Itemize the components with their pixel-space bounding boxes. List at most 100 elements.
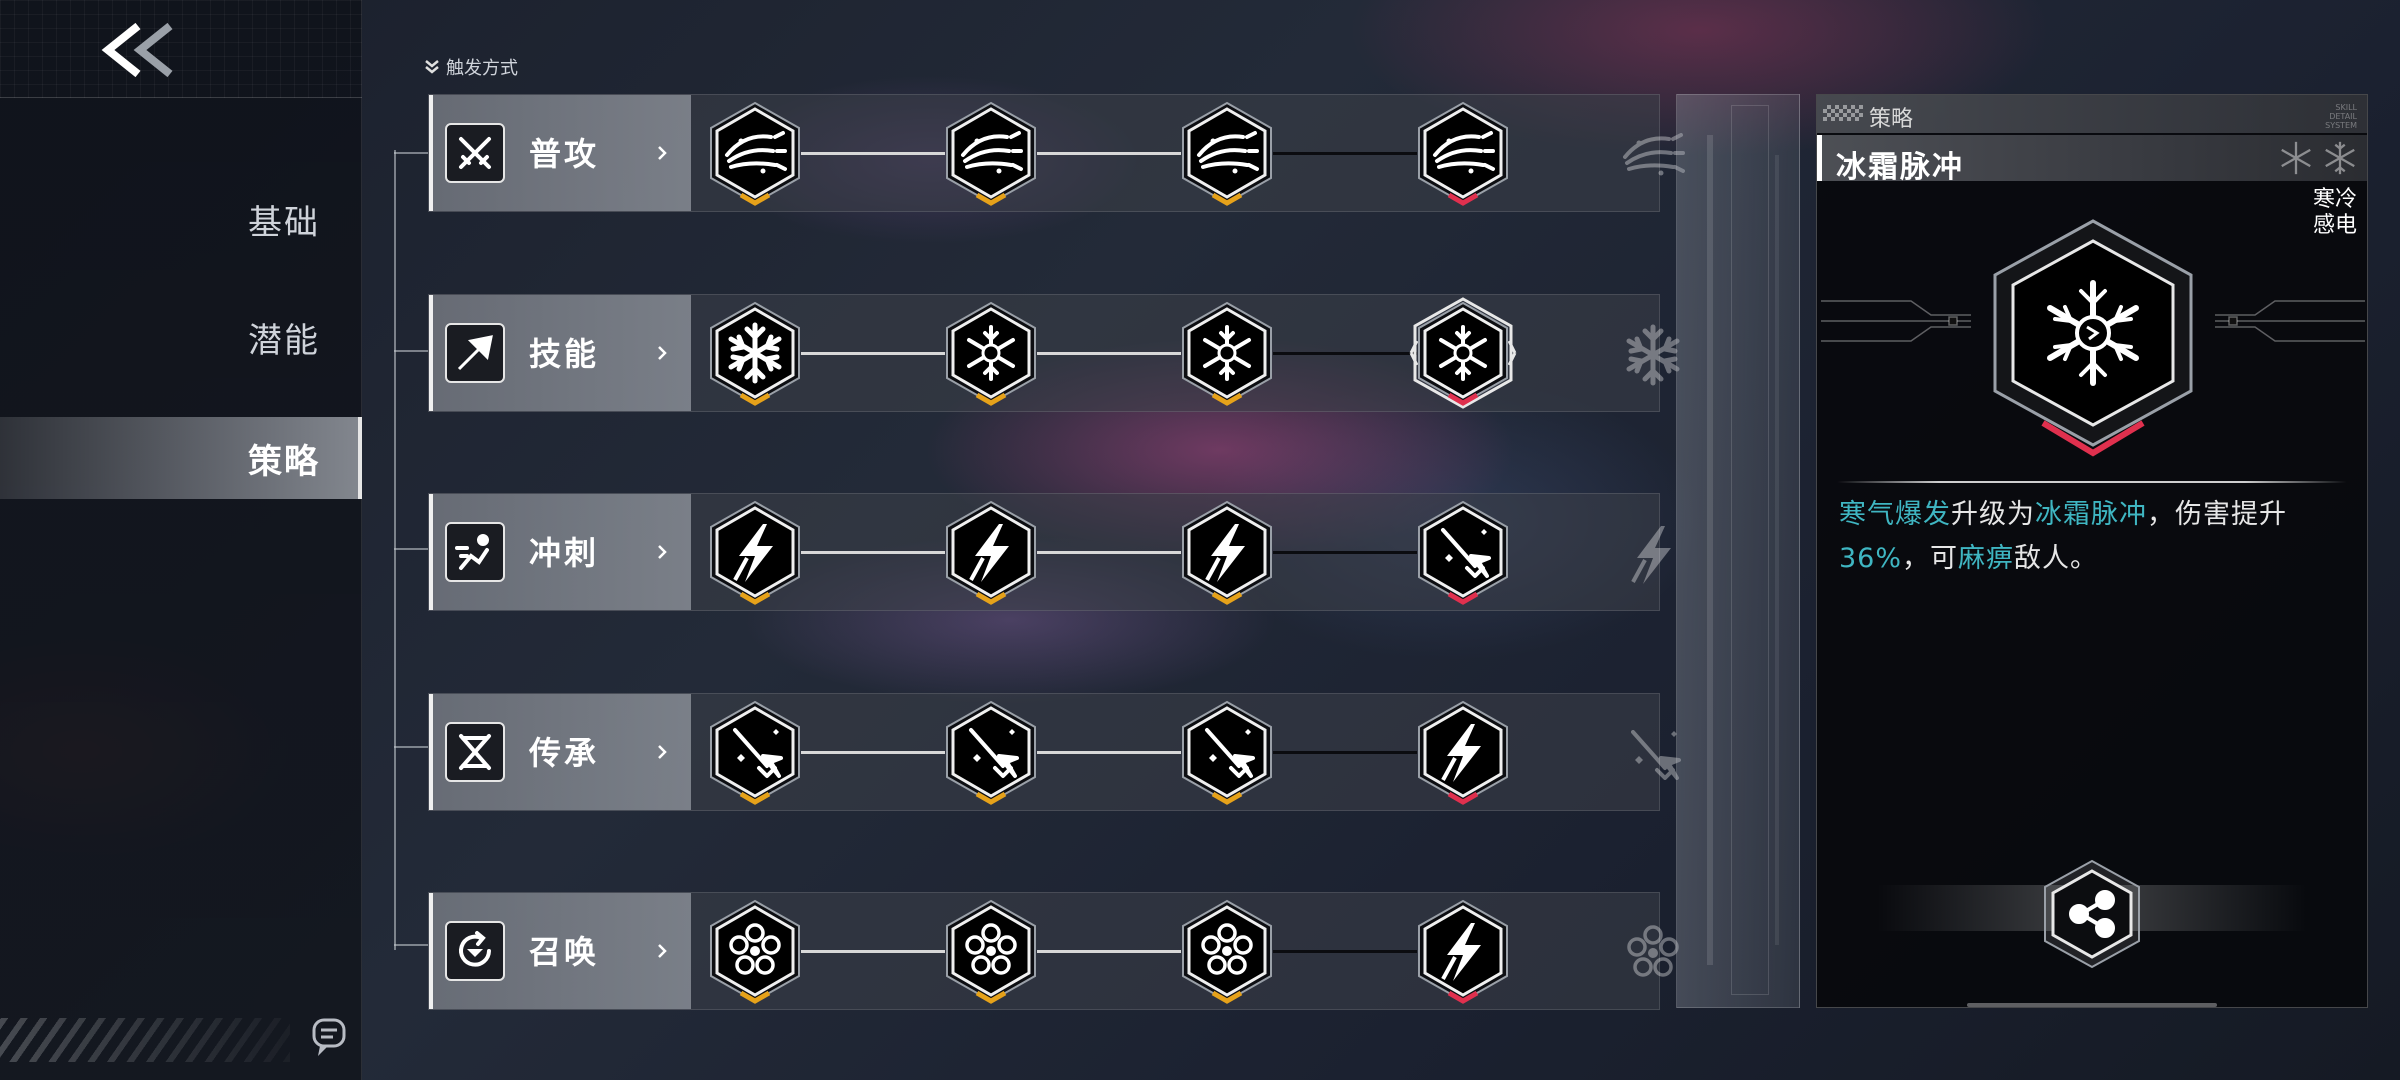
scroll-indicator[interactable] <box>1967 1003 2217 1007</box>
strategy-node-lightning-bolt[interactable] <box>1409 696 1517 808</box>
frost-pulse-icon <box>1409 297 1517 409</box>
category-label: 技能 <box>529 335 600 373</box>
spear-icon <box>1182 700 1272 805</box>
desc-text: 敌人。 <box>2014 543 2099 574</box>
strategy-node-spear[interactable] <box>1173 696 1281 808</box>
strategy-node-flower-orb[interactable] <box>701 895 809 1007</box>
strategy-node-lightning-bolt[interactable] <box>937 496 1045 608</box>
strategy-node-ice-burst[interactable] <box>937 297 1045 409</box>
detail-title: 冰霜脉冲 <box>1836 150 1964 185</box>
double-chevron-left-icon <box>101 22 173 78</box>
element-tag-shock: 感电 <box>2312 213 2357 238</box>
strategy-node-frost-pulse[interactable] <box>1409 297 1517 409</box>
node-connector <box>801 950 945 953</box>
lightning-bolt-icon <box>1418 899 1508 1004</box>
desc-text: ，可 <box>1902 543 1959 574</box>
node-connector <box>1037 751 1181 754</box>
tree-branch <box>394 746 428 748</box>
keyword: 36% <box>1839 543 1903 574</box>
strategy-node-spear[interactable] <box>701 696 809 808</box>
spear-icon <box>946 700 1036 805</box>
tree-branch <box>394 350 428 352</box>
nav-item-potential[interactable]: 潜能 <box>0 296 362 378</box>
node-connector <box>1273 950 1417 953</box>
node-connector <box>1273 352 1417 355</box>
strategy-node-snowflake[interactable] <box>701 297 809 409</box>
nav-item-strategy[interactable]: 策略 <box>0 417 362 499</box>
strategy-row-skill: 技能 <box>428 294 1680 412</box>
double-chevron-down-icon <box>425 60 439 74</box>
node-connector <box>801 152 945 155</box>
category-tile-skill[interactable]: 技能 <box>429 295 691 411</box>
circuit-decoration <box>1821 300 1971 342</box>
element-tags: 寒冷 感电 <box>2313 187 2357 239</box>
frost-pulse-large-icon <box>1973 215 2213 465</box>
circuit-decoration <box>2215 300 2365 342</box>
trigger-mode-text: 触发方式 <box>446 58 518 79</box>
flower-orb-icon <box>1182 899 1272 1004</box>
strategy-node-spear[interactable] <box>1409 496 1517 608</box>
arrow-up-right-icon <box>445 323 505 383</box>
chevron-right-icon <box>658 346 667 360</box>
share-button[interactable] <box>2033 855 2151 973</box>
detail-panel: 策略 SKILL DETAIL SYSTEM 冰霜脉冲 寒冷 感电 寒气爆发升级… <box>1816 94 2368 1008</box>
slash-wave-icon <box>1182 101 1272 206</box>
dna-icon <box>445 722 505 782</box>
snowflake-icon <box>710 301 800 406</box>
checker-decoration <box>1823 105 1863 121</box>
lightning-bolt-icon <box>1182 500 1272 605</box>
chevron-right-icon <box>658 146 667 160</box>
strategy-node-slash-wave[interactable] <box>937 97 1045 209</box>
spear-icon <box>1418 500 1508 605</box>
category-tile-summon[interactable]: 召唤 <box>429 893 691 1009</box>
strategy-node-flower-orb[interactable] <box>937 895 1045 1007</box>
category-tile-dash[interactable]: 冲刺 <box>429 494 691 610</box>
lightning-bolt-icon <box>946 500 1036 605</box>
node-connector <box>801 352 945 355</box>
separator-line <box>1837 481 2347 483</box>
slash-wave-icon <box>1418 101 1508 206</box>
summon-cycle-icon <box>445 921 505 981</box>
strategy-node-lightning-bolt[interactable] <box>701 496 809 608</box>
strategy-row-dash: 冲刺 <box>428 493 1671 611</box>
node-connector <box>1037 152 1181 155</box>
back-button[interactable] <box>98 18 198 82</box>
strategy-node-slash-wave[interactable] <box>1173 97 1281 209</box>
category-label: 普攻 <box>529 135 600 173</box>
trigger-mode-label[interactable]: 触发方式 <box>424 54 518 80</box>
node-connector <box>1273 551 1417 554</box>
nav-item-basic[interactable]: 基础 <box>0 178 362 260</box>
flower-orb-icon <box>710 899 800 1004</box>
strategy-node-lightning-bolt[interactable] <box>1173 496 1281 608</box>
flower-orb-icon <box>946 899 1036 1004</box>
strategy-node-flower-orb[interactable] <box>1173 895 1281 1007</box>
strategy-node-slash-wave[interactable] <box>1409 97 1517 209</box>
chevron-right-icon <box>658 545 667 559</box>
category-tile-inheritance[interactable]: 传承 <box>429 694 691 810</box>
ice-burst-icon <box>946 301 1036 406</box>
back-area <box>0 0 362 98</box>
lightning-bolt-icon <box>710 500 800 605</box>
keyword: 冰霜脉冲 <box>2035 499 2147 530</box>
category-label: 召唤 <box>529 933 600 971</box>
slash-wave-icon <box>946 101 1036 206</box>
strategy-node-spear[interactable] <box>937 696 1045 808</box>
slash-wave-icon <box>710 101 800 206</box>
strategy-node-slash-wave[interactable] <box>701 97 809 209</box>
strategy-node-ice-burst[interactable] <box>1173 297 1281 409</box>
node-connector <box>1037 551 1181 554</box>
chat-bubble-icon[interactable] <box>310 1016 350 1060</box>
node-connector <box>1273 152 1417 155</box>
category-tile-basic-attack[interactable]: 普攻 <box>429 95 691 211</box>
panel-divider <box>1676 94 1800 1008</box>
keyword: 麻痹 <box>1958 543 2015 574</box>
tree-branch <box>394 152 428 154</box>
sidebar: 基础 潜能 策略 <box>0 0 362 1080</box>
panel-header: 策略 SKILL DETAIL SYSTEM <box>1817 95 2367 133</box>
node-connector <box>1273 751 1417 754</box>
strategy-node-lightning-bolt[interactable] <box>1409 895 1517 1007</box>
node-connector <box>1037 950 1181 953</box>
lightning-bolt-icon <box>1418 700 1508 805</box>
strategy-row-inheritance: 传承 <box>428 693 1681 811</box>
node-connector <box>1037 352 1181 355</box>
